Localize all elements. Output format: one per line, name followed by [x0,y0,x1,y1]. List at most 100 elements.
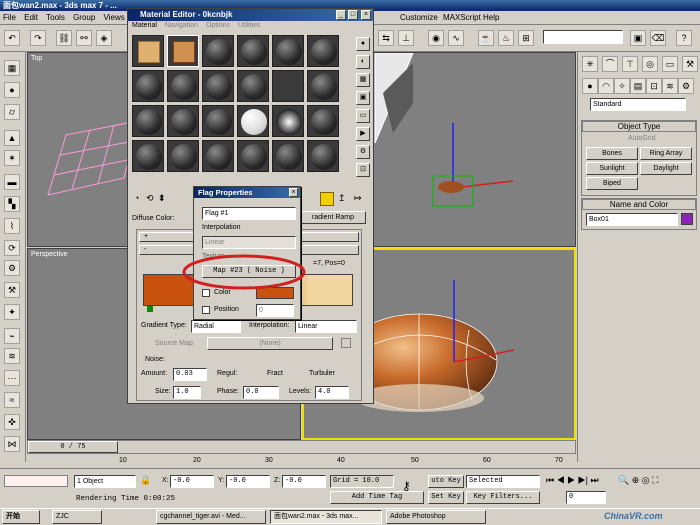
size-field[interactable]: 1.0 [173,386,201,399]
sample-slot[interactable] [167,140,199,172]
sample-slot[interactable] [167,70,199,102]
sample-slot[interactable] [307,105,339,137]
go-parent-icon[interactable]: ↥ [338,193,346,204]
create-tab-icon[interactable]: ✳ [582,56,598,72]
menu-maxscript[interactable]: MAXScript [440,11,484,25]
wind-icon[interactable]: ≈ [4,392,20,408]
lights-icon[interactable]: ✧ [614,78,630,94]
sunlight-button[interactable]: Sunlight [586,162,638,175]
backlight-icon[interactable]: ◐ [356,55,370,69]
menu-edit[interactable]: Edit [21,11,41,25]
add-time-tag-button[interactable]: Add Time Tag [330,491,424,504]
turbulence-radio[interactable]: Turbuler [309,370,335,377]
menu-file[interactable]: File [0,11,19,25]
menu-tools[interactable]: Tools [43,11,68,25]
minimize-button[interactable]: _ [336,10,346,20]
render-type-icon[interactable]: ⊞ [518,30,534,46]
motion-tab-icon[interactable]: ◎ [642,56,658,72]
sample-slot[interactable] [307,70,339,102]
create-cone-icon[interactable]: ▲ [4,130,20,146]
uv-tiling-icon[interactable]: ▣ [356,91,370,105]
geometry-icon[interactable]: ● [582,78,598,94]
phase-field[interactable]: 0.0 [243,386,279,399]
category-dropdown[interactable]: Standard [590,98,686,111]
bind-icon[interactable]: ◈ [96,30,112,46]
interpolation-dropdown[interactable]: Linear [295,320,357,333]
bend-icon[interactable]: ⌇ [4,218,20,234]
sample-slot[interactable] [132,35,164,67]
flag-interpolation-dropdown[interactable]: Linear [202,236,296,249]
sample-slot[interactable] [272,105,304,137]
render-last-icon[interactable]: ▣ [630,30,646,46]
menu-views[interactable]: Views [101,11,128,25]
flag-close-icon[interactable]: × [289,188,298,197]
hierarchy-icon[interactable]: ▚ [4,196,20,212]
sample-slot[interactable] [132,105,164,137]
sample-slot[interactable] [272,70,304,102]
sample-slot[interactable] [237,35,269,67]
gradient-ramp-button[interactable]: radient Ramp [300,211,366,224]
bones-button[interactable]: Bones [586,147,638,160]
show-map-icon[interactable] [320,192,334,206]
regular-radio[interactable]: Regul: [217,370,237,377]
sample-slot[interactable] [202,35,234,67]
sample-slot[interactable] [202,70,234,102]
video-check-icon[interactable]: ▭ [356,109,370,123]
x-coordinate-field[interactable]: -0.0 [170,475,214,488]
sample-slot[interactable] [167,105,199,137]
daylight-button[interactable]: Daylight [640,162,692,175]
auto-key-button[interactable]: uto Key [428,475,464,488]
options-icon[interactable]: ⚙ [356,145,370,159]
sample-slot[interactable] [237,105,269,137]
object-color-swatch[interactable] [681,213,693,225]
current-frame-field[interactable]: 0 [566,491,606,504]
sample-slot[interactable] [132,140,164,172]
create-cylinder-icon[interactable]: ⌭ [4,104,20,120]
redo-icon[interactable]: ↷ [30,30,46,46]
preview-icon[interactable]: ▶ [356,127,370,141]
mat-menu-utilities[interactable]: Utilities [238,22,261,29]
eraser-icon[interactable]: ⌫ [650,30,666,46]
sample-type-icon[interactable]: ● [356,37,370,51]
create-sphere-icon[interactable]: ● [4,82,20,98]
sample-slot[interactable] [132,70,164,102]
mat-menu-options[interactable]: Options [206,22,230,29]
utility-icon[interactable]: ⚒ [4,282,20,298]
sample-slot[interactable] [272,35,304,67]
autogrid-checkbox[interactable]: AutoGrid [628,135,656,142]
lattice-icon[interactable]: ⋈ [4,436,20,452]
gradient-type-dropdown[interactable]: Radial [191,320,241,333]
named-selection-dropdown[interactable] [543,30,623,44]
shapes-icon[interactable]: ◠ [598,78,614,94]
sample-slot[interactable] [202,105,234,137]
mat-menu-navigation[interactable]: Navigation [165,22,198,29]
gear-icon[interactable]: ⚙ [4,260,20,276]
assign-material-icon[interactable]: ⬍ [158,193,166,204]
quick-render-icon[interactable]: ♨ [498,30,514,46]
menu-help[interactable]: Help [480,11,502,25]
link-icon[interactable]: ⛓ [56,30,72,46]
flag-marker[interactable] [147,306,153,312]
select-by-material-icon[interactable]: ⊡ [356,163,370,177]
light-icon[interactable]: ✦ [4,304,20,320]
sample-slot[interactable] [307,35,339,67]
source-map-button[interactable]: (None) [207,337,333,350]
modify-tab-icon[interactable]: ⌒ [602,56,618,72]
amount-field[interactable]: 0.03 [173,368,207,381]
key-mode-dropdown[interactable]: Selected [466,475,540,488]
z-coordinate-field[interactable]: -0.0 [282,475,326,488]
hierarchy-tab-icon[interactable]: ⊤ [622,56,638,72]
mirror-icon[interactable]: ⇆ [378,30,394,46]
playback-controls[interactable]: ⏮ ◀ ▶ ▶| ⏭ [546,475,599,486]
get-material-icon[interactable]: ◔ [134,193,139,203]
undo-icon[interactable]: ↶ [4,30,20,46]
ripple-icon[interactable]: ⋯ [4,370,20,386]
mat-menu-material[interactable]: Material [132,22,157,29]
utilities-tab-icon[interactable]: ⚒ [682,56,698,72]
taskbar-item-media[interactable]: cgchannel_tiger.avi - Med... [156,510,266,524]
name-color-header[interactable]: Name and Color [582,199,696,210]
sample-slot[interactable] [237,140,269,172]
material-editor-icon[interactable]: ◉ [428,30,444,46]
put-to-scene-icon[interactable]: ⟲ [146,193,154,204]
object-type-header[interactable]: Object Type [582,121,696,132]
